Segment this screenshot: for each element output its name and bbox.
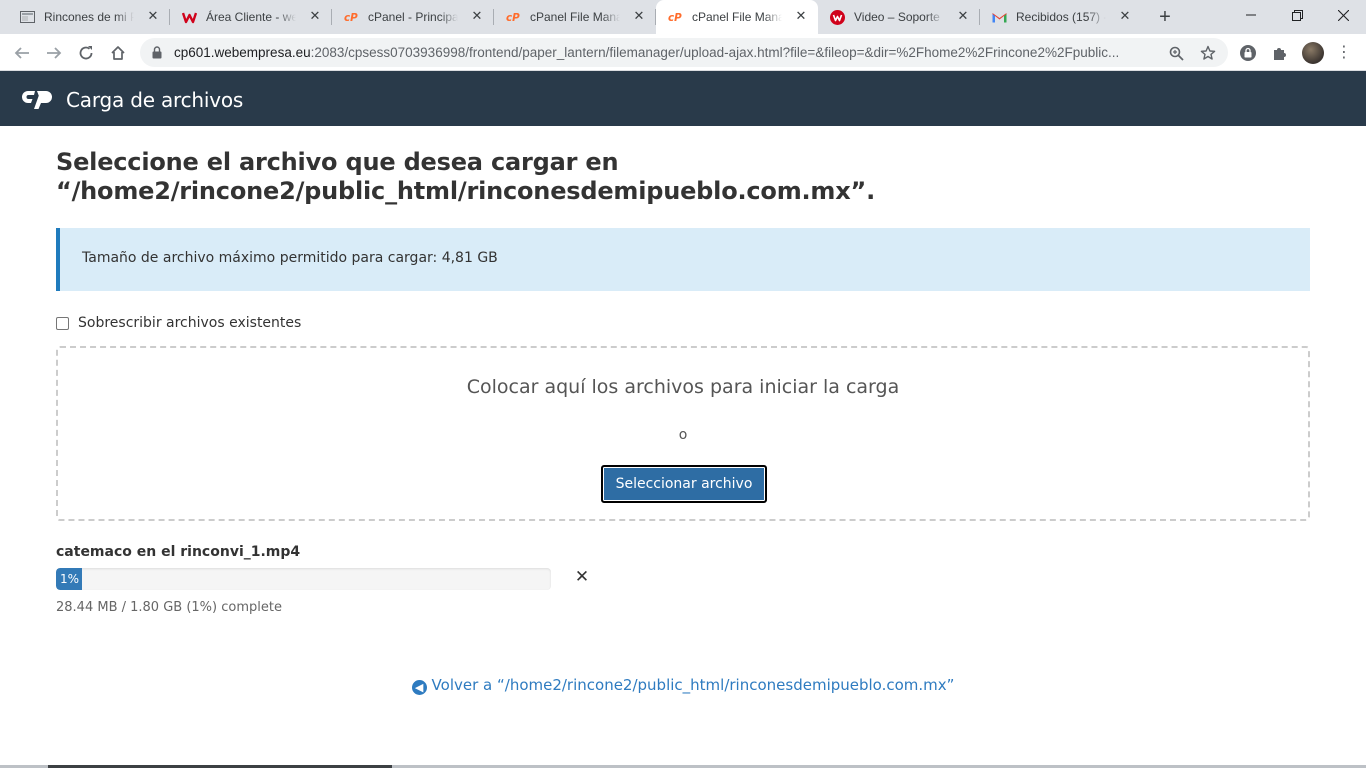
forward-arrow-icon[interactable] bbox=[40, 39, 68, 67]
close-icon[interactable]: ✕ bbox=[308, 9, 322, 23]
tab-file-manager-1[interactable]: cP cPanel File Manage ✕ bbox=[494, 0, 656, 34]
overwrite-checkbox[interactable] bbox=[56, 316, 69, 330]
zoom-icon[interactable] bbox=[1167, 44, 1185, 62]
dropzone-or: o bbox=[678, 427, 688, 443]
page-title: Seleccione el archivo que desea cargar e… bbox=[56, 148, 876, 205]
home-icon[interactable] bbox=[104, 39, 132, 67]
tab-title: cPanel File Manage bbox=[530, 10, 620, 24]
cpanel-icon: cP bbox=[668, 10, 683, 24]
arrow-circle-left-icon: ◀ bbox=[411, 680, 427, 695]
url-path: :2083/cpsess0703936998/frontend/paper_la… bbox=[310, 45, 1120, 60]
close-icon[interactable]: ✕ bbox=[956, 9, 970, 23]
tab-title: Video – Soporte D bbox=[854, 10, 944, 24]
restore-button[interactable] bbox=[1274, 0, 1320, 30]
max-size-text: Tamaño de archivo máximo permitido para … bbox=[82, 250, 498, 266]
svg-text:cP: cP bbox=[506, 12, 520, 23]
address-bar[interactable]: cp601.webempresa.eu:2083/cpsess070393699… bbox=[140, 38, 1228, 67]
max-size-alert: Tamaño de archivo máximo permitido para … bbox=[56, 228, 1310, 291]
menu-icon[interactable]: ⋮ bbox=[1336, 43, 1352, 63]
tab-video-soporte[interactable]: Video – Soporte D ✕ bbox=[818, 0, 980, 34]
back-arrow-icon[interactable] bbox=[8, 39, 36, 67]
tab-cpanel-principal[interactable]: cP cPanel - Principal ✕ bbox=[332, 0, 494, 34]
tab-area-cliente[interactable]: Área Cliente - web ✕ bbox=[170, 0, 332, 34]
tab-gmail[interactable]: Recibidos (157) - n ✕ bbox=[980, 0, 1142, 34]
browser-tab-strip: Rincones de mi Pu ✕ Área Cliente - web ✕… bbox=[0, 0, 1366, 34]
extension-lock-icon[interactable] bbox=[1238, 43, 1258, 63]
lock-icon[interactable] bbox=[152, 46, 162, 64]
tab-file-manager-active[interactable]: cP cPanel File Manage ✕ bbox=[656, 0, 818, 34]
dropzone-text: Colocar aquí los archivos para iniciar l… bbox=[466, 376, 900, 398]
tab-title: cPanel File Manage bbox=[692, 10, 782, 24]
close-icon[interactable]: ✕ bbox=[146, 9, 160, 23]
file-dropzone[interactable]: Colocar aquí los archivos para iniciar l… bbox=[56, 346, 1310, 521]
overwrite-option[interactable]: Sobrescribir archivos existentes bbox=[56, 314, 301, 332]
tab-title: Recibidos (157) - n bbox=[1016, 10, 1106, 24]
site-icon bbox=[20, 10, 35, 24]
svg-text:cP: cP bbox=[668, 12, 682, 23]
url-host: cp601.webempresa.eu bbox=[174, 45, 311, 60]
back-link[interactable]: ◀ Volver a “/home2/rincone2/public_html/r… bbox=[0, 676, 1366, 695]
puzzle-icon[interactable] bbox=[1270, 43, 1290, 63]
avatar[interactable] bbox=[1302, 42, 1324, 64]
page-header-title: Carga de archivos bbox=[66, 88, 244, 112]
tab-title: Área Cliente - web bbox=[206, 10, 296, 24]
gmail-icon bbox=[992, 10, 1007, 24]
tab-rincones[interactable]: Rincones de mi Pu ✕ bbox=[8, 0, 170, 34]
progress-label: 1% bbox=[60, 572, 80, 586]
back-link-text[interactable]: Volver a “/home2/rincone2/public_html/ri… bbox=[432, 676, 955, 694]
upload-progress-bar: 1% bbox=[56, 568, 551, 590]
select-file-button[interactable]: Seleccionar archivo bbox=[601, 465, 767, 503]
reload-icon[interactable] bbox=[72, 39, 100, 67]
star-icon[interactable] bbox=[1199, 44, 1217, 62]
tab-title: cPanel - Principal bbox=[368, 10, 458, 24]
cancel-upload-icon[interactable]: ✕ bbox=[574, 567, 590, 587]
close-icon[interactable]: ✕ bbox=[1118, 9, 1132, 23]
close-window-button[interactable] bbox=[1320, 0, 1366, 30]
cpanel-icon: cP bbox=[506, 10, 521, 24]
tab-title: Rincones de mi Pu bbox=[44, 10, 134, 24]
overwrite-label[interactable]: Sobrescribir archivos existentes bbox=[78, 315, 301, 331]
url-text[interactable]: cp601.webempresa.eu:2083/cpsess070393699… bbox=[174, 45, 1164, 60]
close-icon[interactable]: ✕ bbox=[794, 9, 808, 23]
minimize-button[interactable] bbox=[1228, 0, 1274, 30]
cpanel-icon: cP bbox=[344, 10, 359, 24]
webempresa-icon bbox=[830, 9, 845, 25]
cpanel-logo-icon[interactable] bbox=[22, 87, 58, 111]
close-icon[interactable]: ✕ bbox=[470, 9, 484, 23]
upload-file-name: catemaco en el rinconvi_1.mp4 bbox=[56, 544, 301, 560]
webempresa-icon bbox=[182, 10, 197, 24]
cpanel-header: Carga de archivos bbox=[0, 71, 1366, 126]
browser-toolbar: cp601.webempresa.eu:2083/cpsess070393699… bbox=[0, 34, 1366, 71]
svg-text:cP: cP bbox=[344, 12, 358, 23]
close-icon[interactable]: ✕ bbox=[632, 9, 646, 23]
new-tab-button[interactable]: + bbox=[1154, 7, 1176, 27]
upload-status: 28.44 MB / 1.80 GB (1%) complete bbox=[56, 600, 282, 615]
